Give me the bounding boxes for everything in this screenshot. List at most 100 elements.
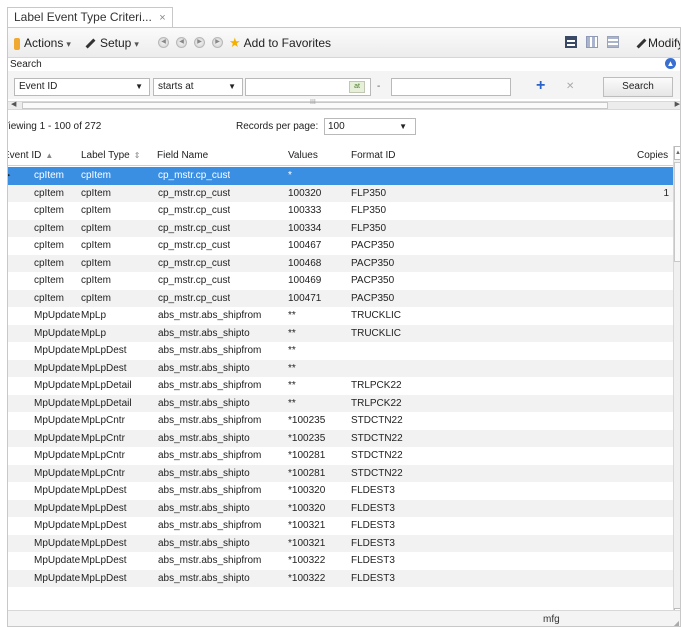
column-label: Values [288,150,318,161]
calendar-icon[interactable]: at [349,81,365,93]
table-cell: FLDEST3 [351,572,395,584]
table-row[interactable]: MpUpdate MpLpCntr abs_mstr.abs_shipfrom *10… [8,447,673,465]
add-to-favorites-button[interactable]: ★ Add to Favorites [229,35,331,51]
table-cell: abs_mstr.abs_shipfrom [158,520,262,531]
table-row[interactable]: MpUpdate MpLpDest abs_mstr.abs_shipto *1003… [8,499,673,517]
nav-first-icon[interactable]: ◀ [158,37,169,48]
search-operator-select[interactable]: starts at ▼ [153,78,243,96]
nav-prev-icon[interactable]: ◀ [176,37,187,48]
table-row[interactable]: cpItem cpItem cp_mstr.cp_cust 100469 PACP350 [8,272,673,290]
table-cell: 100333 [288,205,322,216]
table-row[interactable]: MpUpdate MpLpDest abs_mstr.abs_shipto *1003… [8,569,673,587]
browse-window: Actions ▾ Setup ▾ ◀ ◀ ▶ ▶ ★ Add to Favorite… [7,27,681,627]
table-row[interactable]: MpUpdate MpLpDest abs_mstr.abs_shipfrom *10… [8,552,673,570]
table-cell: MpUpdate [34,415,81,426]
table-cell: ** [288,362,296,374]
table-row[interactable]: MpUpdate MpLpDest abs_mstr.abs_shipto ** [8,359,673,377]
tab-label-event-type-criteria[interactable]: Label Event Type Criteri... × [7,7,173,27]
table-cell: FLDEST3 [351,537,395,549]
chevron-down-icon: ▾ [66,39,71,49]
column-label: Event ID [8,150,42,161]
add-icon[interactable]: + [536,78,545,94]
column-header-values[interactable]: Values [288,146,318,166]
table-cell: MpUpdate [34,467,81,479]
scroll-left-icon[interactable]: ◀ [11,100,16,108]
table-cell: MpUpdate [34,520,81,531]
results-grid: Event ID▲ Label Type⇕ Field Name Values … [8,146,680,626]
column-header-label-type[interactable]: Label Type ⇕ [81,146,140,166]
table-cell: PACP350 [351,292,395,304]
resize-grip-icon[interactable]: ◢ [673,615,679,626]
column-header-format-id[interactable]: Format ID [351,146,395,166]
table-cell: MpUpdate [34,397,81,409]
tile-view-icon[interactable] [607,36,619,48]
table-cell: * [288,170,292,181]
table-cell: MpLpDest [81,345,127,356]
tab-title: Label Event Type Criteri... [14,10,152,24]
table-row[interactable]: cpItem cpItem cp_mstr.cp_cust 100320 FLP350 1 [8,184,673,202]
table-row[interactable]: cpItem cpItem cp_mstr.cp_cust 100467 PACP350 [8,237,673,255]
table-cell: abs_mstr.abs_shipto [158,502,250,514]
scroll-right-icon[interactable]: ▶ [675,100,680,108]
vertical-scrollbar[interactable]: ▲ ▼ [673,146,680,626]
scroll-up-icon[interactable]: ▲ [674,146,680,160]
browse-view-icon[interactable] [586,36,598,48]
table-cell: cpItem [81,240,112,251]
records-per-page-select[interactable]: 100 ▼ [324,118,416,135]
actions-icon [14,37,20,50]
table-cell: *100281 [288,450,326,461]
chevron-down-icon: ▼ [228,82,236,91]
table-row[interactable]: MpUpdate MpLpDest abs_mstr.abs_shipfrom *10… [8,482,673,500]
table-cell: FLDEST3 [351,502,395,514]
table-cell: ** [288,327,296,339]
actions-menu[interactable]: Actions ▾ [14,35,71,51]
modify-button[interactable]: Modify [648,35,680,51]
table-cell: MpLpCntr [81,467,125,479]
table-row[interactable]: MpUpdate MpLpCntr abs_mstr.abs_shipto *1002… [8,464,673,482]
table-cell: TRUCKLIC [351,310,402,321]
remove-icon[interactable]: ✕ [566,81,574,92]
table-row[interactable]: MpUpdate MpLpDetail abs_mstr.abs_shipfrom *… [8,377,673,395]
search-panel-title: Search [10,59,42,70]
table-row[interactable]: MpUpdate MpLpDetail abs_mstr.abs_shipto ** T… [8,394,673,412]
nav-next-icon[interactable]: ▶ [194,37,205,48]
table-cell: MpLpDest [81,520,127,531]
table-row[interactable]: cpItem cpItem cp_mstr.cp_cust 100334 FLP350 [8,219,673,237]
table-row[interactable]: cpItem cpItem cp_mstr.cp_cust 100468 PACP350 [8,254,673,272]
scroll-thumb[interactable] [674,162,680,262]
grid-view-icon[interactable] [565,36,577,48]
column-header-field-name[interactable]: Field Name [157,146,208,166]
table-row[interactable]: MpUpdate MpLpCntr abs_mstr.abs_shipto *1002… [8,429,673,447]
table-row[interactable]: cpItem cpItem cp_mstr.cp_cust 100333 FLP350 [8,202,673,220]
table-cell: abs_mstr.abs_shipfrom [158,555,262,566]
search-button[interactable]: Search [603,77,673,97]
table-row[interactable]: MpUpdate MpLp abs_mstr.abs_shipto ** TRUCKLI… [8,324,673,342]
table-cell: MpUpdate [34,555,81,566]
collapse-icon[interactable]: ▲ [665,58,676,69]
table-cell: ** [288,397,296,409]
search-field-select[interactable]: Event ID ▼ [14,78,150,96]
nav-last-icon[interactable]: ▶ [212,37,223,48]
table-cell: MpLpDest [81,555,127,566]
column-header-copies[interactable]: Copies [637,146,668,166]
search-value-to-input[interactable] [391,78,511,96]
table-cell: abs_mstr.abs_shipto [158,432,250,444]
close-icon[interactable]: × [159,12,165,24]
current-row-icon: ▶ [8,167,10,185]
search-operator-value: starts at [158,81,194,92]
column-header-event-id[interactable]: Event ID▲ [8,146,53,166]
table-row[interactable]: ▶ cpItem cpItem cp_mstr.cp_cust * [8,167,673,185]
table-row[interactable]: cpItem cpItem cp_mstr.cp_cust 100471 PACP350 [8,289,673,307]
table-row[interactable]: MpUpdate MpLpDest abs_mstr.abs_shipfrom *10… [8,517,673,535]
table-cell: TRLPCK22 [351,397,402,409]
column-label: Field Name [157,150,209,161]
table-row[interactable]: MpUpdate MpLpCntr abs_mstr.abs_shipfrom *10… [8,412,673,430]
table-row[interactable]: MpUpdate MpLpDest abs_mstr.abs_shipfrom ** [8,342,673,360]
table-cell: *100322 [288,555,326,566]
horizontal-scrollbar[interactable]: ◀ III ▶ [8,99,680,110]
table-row[interactable]: MpUpdate MpLpDest abs_mstr.abs_shipto *1003… [8,534,673,552]
table-cell: *100321 [288,520,326,531]
table-row[interactable]: MpUpdate MpLp abs_mstr.abs_shipfrom ** TRUCK… [8,307,673,325]
table-cell: *100281 [288,467,326,479]
setup-menu[interactable]: Setup ▾ [83,35,139,51]
